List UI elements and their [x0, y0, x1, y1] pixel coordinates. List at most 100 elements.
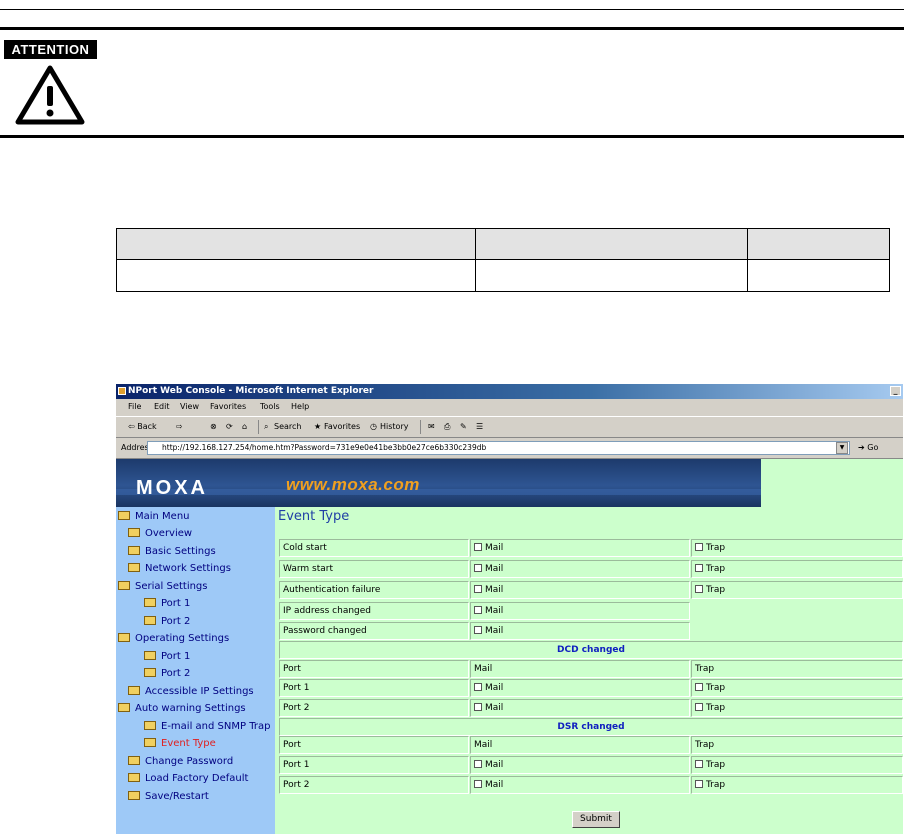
trap-checkbox[interactable] [695, 564, 703, 572]
trap-checkbox[interactable] [695, 703, 703, 711]
nav-label: Serial Settings [135, 581, 208, 592]
event-name: Password changed [279, 622, 469, 640]
banner-stripe [116, 489, 761, 495]
table-row: Password changed Mail [279, 622, 903, 641]
favorites-icon[interactable]: ★ [314, 422, 321, 431]
nav-label: Load Factory Default [145, 773, 249, 784]
mail-label: Mail [485, 780, 504, 790]
mail-checkbox[interactable] [474, 606, 482, 614]
nav-network-settings[interactable]: Network Settings [128, 562, 231, 576]
folder-icon [144, 721, 156, 730]
mail-checkbox[interactable] [474, 585, 482, 593]
trap-cell: Trap [691, 539, 903, 557]
nav-event-type[interactable]: Event Type [144, 737, 216, 751]
trap-checkbox[interactable] [695, 760, 703, 768]
content-area: Event Type Cold start Mail Trap Warm sta… [275, 507, 903, 834]
menu-favorites[interactable]: Favorites [210, 402, 246, 411]
nav-overview[interactable]: Overview [128, 527, 192, 541]
go-label: Go [867, 443, 879, 452]
menu-tools[interactable]: Tools [260, 402, 280, 411]
mail-checkbox[interactable] [474, 564, 482, 572]
nav-label: E-mail and SNMP Trap [161, 721, 271, 732]
menu-view[interactable]: View [180, 402, 199, 411]
nav-label: Port 2 [161, 616, 191, 627]
submit-button[interactable]: Submit [572, 811, 620, 828]
menu-edit[interactable]: Edit [154, 402, 170, 411]
event-name: Authentication failure [279, 581, 469, 599]
home-icon[interactable]: ⌂ [242, 422, 247, 431]
search-icon[interactable]: ⌕ [264, 422, 268, 432]
port-name: Port 1 [279, 679, 469, 697]
dsr-section-heading: DSR changed [279, 718, 903, 736]
mail-checkbox[interactable] [474, 683, 482, 691]
col-header: Port [279, 736, 469, 754]
address-bar: Address http://192.168.127.254/home.htm?… [116, 438, 903, 459]
address-input[interactable]: http://192.168.127.254/home.htm?Password… [147, 441, 850, 455]
nav-operating-port1[interactable]: Port 1 [144, 650, 190, 664]
dcd-section-heading: DCD changed [279, 641, 903, 659]
folder-icon [128, 563, 140, 572]
nav-operating-settings[interactable]: Operating Settings [118, 632, 229, 646]
col-header: Port [279, 660, 469, 678]
discuss-icon[interactable]: ☰ [476, 422, 483, 431]
nav-auto-warning[interactable]: Auto warning Settings [118, 702, 246, 716]
go-button[interactable]: ➔ Go [858, 443, 878, 452]
page-title: Event Type [278, 509, 350, 524]
table-row: Port 2 Mail Trap [279, 776, 903, 795]
moxa-banner: MOXA www.moxa.com [116, 459, 761, 507]
minimize-icon[interactable]: _ [890, 386, 901, 396]
nav-change-password[interactable]: Change Password [128, 755, 233, 769]
table-row: IP address changed Mail [279, 602, 903, 621]
mail-checkbox[interactable] [474, 543, 482, 551]
favorites-button[interactable]: Favorites [324, 422, 360, 431]
trap-checkbox[interactable] [695, 585, 703, 593]
history-button[interactable]: History [380, 422, 408, 431]
print-icon[interactable]: ⎙ [444, 422, 450, 432]
folder-icon [144, 616, 156, 625]
menu-help[interactable]: Help [291, 402, 309, 411]
chevron-down-icon[interactable]: ▼ [836, 442, 848, 454]
port-name: Port 1 [279, 756, 469, 774]
event-name: Warm start [279, 560, 469, 578]
nav-accessible-ip[interactable]: Accessible IP Settings [128, 685, 254, 699]
nav-operating-port2[interactable]: Port 2 [144, 667, 190, 681]
menu-file[interactable]: File [128, 402, 141, 411]
folder-open-icon [118, 633, 130, 642]
ie-icon [118, 387, 126, 395]
mail-checkbox[interactable] [474, 703, 482, 711]
mail-cell: Mail [470, 622, 690, 640]
mail-checkbox[interactable] [474, 760, 482, 768]
trap-label: Trap [706, 543, 726, 553]
folder-icon [144, 738, 156, 747]
mail-checkbox[interactable] [474, 780, 482, 788]
forward-button[interactable]: ⇨ [176, 422, 183, 431]
nav-email-snmp[interactable]: E-mail and SNMP Trap [144, 720, 270, 734]
stop-icon[interactable]: ⊗ [210, 422, 217, 431]
refresh-icon[interactable]: ⟳ [226, 422, 233, 431]
trap-checkbox[interactable] [695, 780, 703, 788]
window-title: NPort Web Console - Microsoft Internet E… [128, 386, 374, 396]
nav-label: Change Password [145, 756, 234, 767]
mail-icon[interactable]: ✉ [428, 422, 435, 431]
folder-icon [128, 686, 140, 695]
mail-checkbox[interactable] [474, 626, 482, 634]
table-row: Port Mail Trap [279, 736, 903, 755]
document-table-header [117, 229, 889, 260]
toolbar-separator [420, 420, 421, 434]
search-button[interactable]: Search [274, 422, 301, 431]
edit-icon[interactable]: ✎ [460, 422, 467, 431]
back-button[interactable]: ⇦ Back [128, 422, 157, 431]
history-icon[interactable]: ◷ [370, 422, 377, 431]
trap-checkbox[interactable] [695, 543, 703, 551]
col-header: Trap [691, 736, 903, 754]
nav-serial-port1[interactable]: Port 1 [144, 597, 190, 611]
col-header: Trap [691, 660, 903, 678]
nav-serial-settings[interactable]: Serial Settings [118, 580, 208, 594]
nav-main-menu[interactable]: Main Menu [118, 510, 190, 524]
nav-basic-settings[interactable]: Basic Settings [128, 545, 216, 559]
nav-load-factory[interactable]: Load Factory Default [128, 772, 248, 786]
folder-icon [128, 528, 140, 537]
nav-serial-port2[interactable]: Port 2 [144, 615, 190, 629]
trap-checkbox[interactable] [695, 683, 703, 691]
nav-save-restart[interactable]: Save/Restart [128, 790, 209, 804]
